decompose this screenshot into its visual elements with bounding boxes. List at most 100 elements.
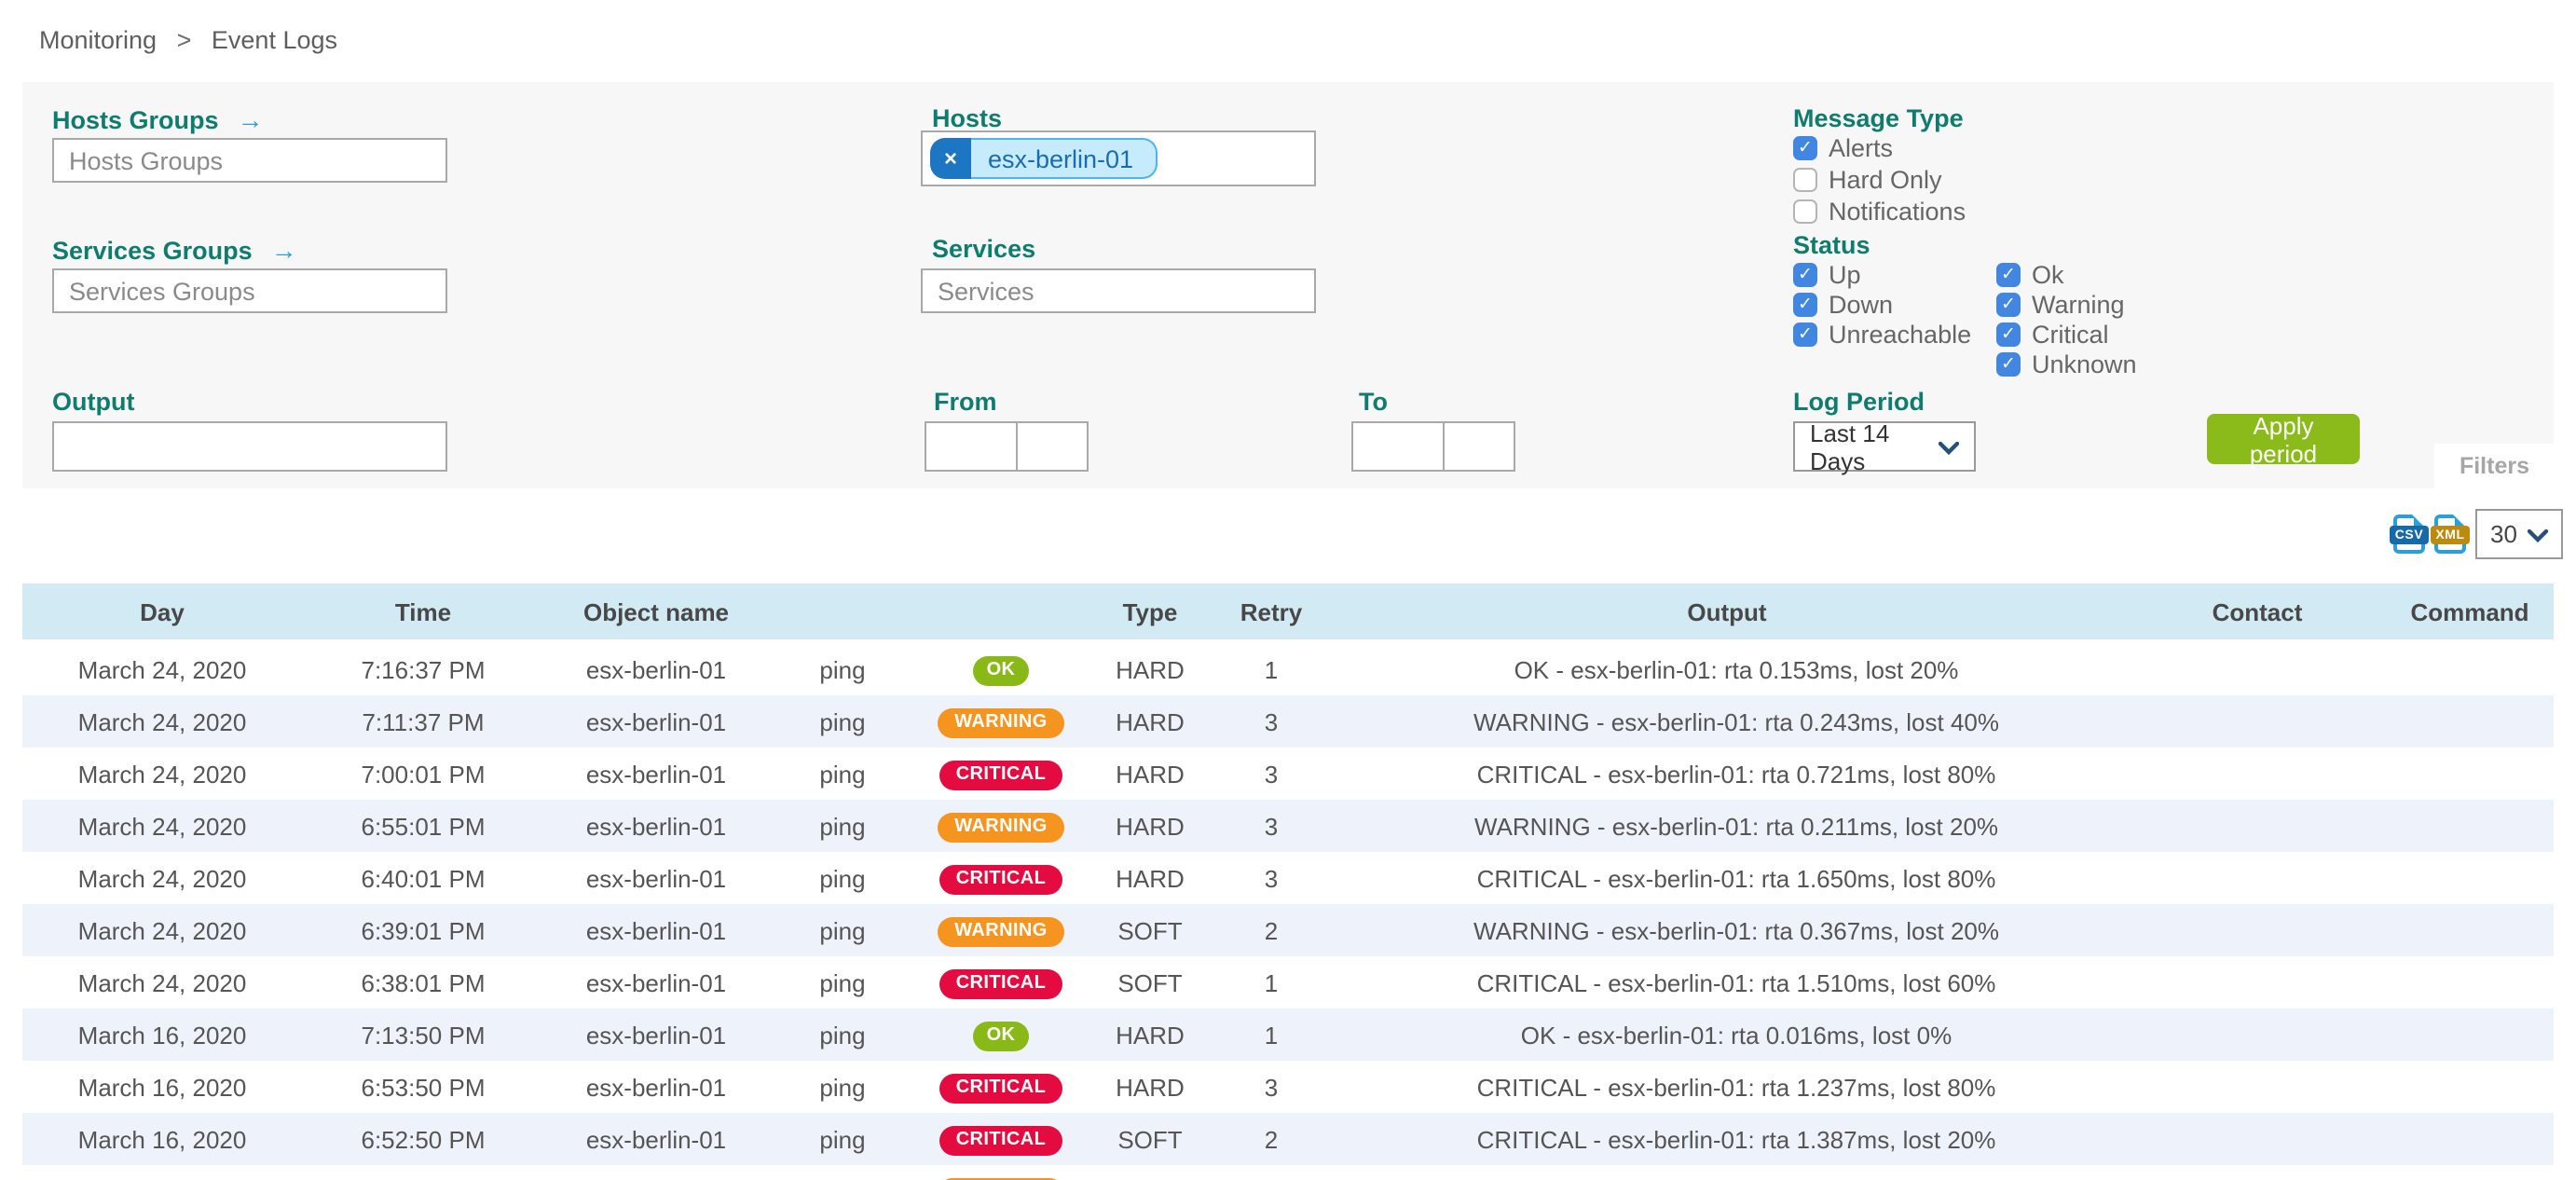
cell-status: CRITICAL [917, 956, 1085, 1008]
cell-type: HARD [1085, 641, 1215, 695]
checkbox-unknown[interactable]: Unknown [1996, 350, 2137, 378]
checkbox-icon[interactable] [1793, 263, 1817, 287]
event-log-table: Day Time Object name Type Retry Output C… [22, 583, 2554, 1180]
to-time-input[interactable] [1443, 421, 1515, 472]
apply-period-button[interactable]: Apply period [2207, 414, 2360, 464]
checkbox-icon[interactable] [1793, 136, 1817, 160]
from-time-input[interactable] [1016, 421, 1089, 472]
cell-command [2386, 695, 2554, 748]
checkbox-icon[interactable] [1996, 263, 2021, 287]
checkbox-critical[interactable]: Critical [1996, 321, 2109, 349]
cell-output: WARNING - esx-berlin-01: rta 0.367ms, lo… [1327, 904, 2129, 956]
cell-command [2386, 1008, 2554, 1061]
services-groups-input[interactable] [52, 268, 447, 313]
checkbox-icon[interactable] [1793, 168, 1817, 192]
message-type-label: Message Type [1793, 104, 1964, 132]
cell-retry: 3 [1215, 695, 1327, 748]
arrow-right-icon[interactable]: → [238, 104, 264, 134]
from-date-input[interactable] [925, 421, 1018, 472]
checkbox-icon[interactable] [1996, 293, 2021, 317]
arrow-right-icon[interactable]: → [271, 235, 297, 265]
cell-status: WARNING [917, 800, 1085, 852]
table-row: March 24, 2020 7:00:01 PM esx-berlin-01 … [22, 748, 2554, 800]
checkbox-icon[interactable] [1793, 293, 1817, 317]
xml-export-icon[interactable]: XML [2434, 515, 2466, 554]
cell-contact [2129, 800, 2386, 852]
checkbox-ok[interactable]: Ok [1996, 261, 2064, 289]
cell-retry: 3 [1215, 800, 1327, 852]
cell-retry: 1 [1215, 956, 1327, 1008]
cell-service: ping [768, 956, 917, 1008]
csv-export-icon[interactable]: CSV [2393, 515, 2425, 554]
cell-type: HARD [1085, 852, 1215, 904]
from-label: From [934, 388, 997, 416]
cell-retry: 3 [1215, 1061, 1327, 1113]
breadcrumb-event-logs[interactable]: Event Logs [212, 26, 337, 54]
page-size-value: 30 [2490, 520, 2517, 548]
cell-day: March 24, 2020 [22, 956, 302, 1008]
cell-object-name: esx-berlin-01 [544, 800, 768, 852]
services-input[interactable] [921, 268, 1316, 313]
checkbox-icon[interactable] [1793, 199, 1817, 224]
services-label: Services [932, 235, 1035, 263]
cell-object-name: esx-berlin-01 [544, 956, 768, 1008]
cell-retry: 3 [1215, 852, 1327, 904]
cell-status: OK [917, 1008, 1085, 1061]
checkbox-icon[interactable] [1996, 322, 2021, 347]
to-date-input[interactable] [1351, 421, 1445, 472]
status-badge: OK [974, 656, 1029, 686]
checkbox-hard-only[interactable]: Hard Only [1793, 166, 1942, 194]
filter-panel: Hosts Groups→ Hosts × esx-berlin-01 Mess… [22, 82, 2554, 488]
breadcrumb-monitoring[interactable]: Monitoring [39, 26, 157, 54]
cell-retry: 1 [1215, 1165, 1327, 1180]
checkbox-up[interactable]: Up [1793, 261, 1861, 289]
checkbox-unreachable[interactable]: Unreachable [1793, 321, 1971, 349]
cell-status: CRITICAL [917, 1113, 1085, 1165]
cell-output: CRITICAL - esx-berlin-01: rta 1.237ms, l… [1327, 1061, 2129, 1113]
output-input[interactable] [52, 421, 447, 472]
cell-status: CRITICAL [917, 852, 1085, 904]
cell-object-name: esx-berlin-01 [544, 748, 768, 800]
cell-day: March 24, 2020 [22, 904, 302, 956]
table-row: March 24, 2020 6:55:01 PM esx-berlin-01 … [22, 800, 2554, 852]
hosts-groups-input[interactable] [52, 138, 447, 183]
cell-command [2386, 1113, 2554, 1165]
checkbox-down[interactable]: Down [1793, 291, 1893, 319]
cell-object-name: esx-berlin-01 [544, 695, 768, 748]
to-label: To [1359, 388, 1388, 416]
cell-status: CRITICAL [917, 1061, 1085, 1113]
cell-time: 6:38:01 PM [302, 956, 544, 1008]
cell-type: SOFT [1085, 1165, 1215, 1180]
checkbox-warning[interactable]: Warning [1996, 291, 2125, 319]
header-contact: Contact [2129, 583, 2386, 641]
log-period-select[interactable]: Last 14 Days [1793, 421, 1976, 472]
hosts-label: Hosts [932, 104, 1002, 132]
cell-service: ping [768, 1061, 917, 1113]
cell-output: WARNING - esx-berlin-01: rta 0.211ms, lo… [1327, 800, 2129, 852]
cell-output: OK - esx-berlin-01: rta 0.153ms, lost 20… [1327, 641, 2129, 695]
checkbox-alerts[interactable]: Alerts [1793, 134, 1893, 162]
cell-command [2386, 1165, 2554, 1180]
checkbox-notifications[interactable]: Notifications [1793, 198, 1966, 226]
cell-day: March 16, 2020 [22, 1061, 302, 1113]
cell-service: ping [768, 1008, 917, 1061]
checkbox-icon[interactable] [1996, 352, 2021, 377]
hosts-input[interactable]: × esx-berlin-01 [921, 130, 1316, 186]
filters-tab[interactable]: Filters [2435, 444, 2554, 488]
cell-type: HARD [1085, 695, 1215, 748]
cell-service: ping [768, 800, 917, 852]
cell-day: March 16, 2020 [22, 1113, 302, 1165]
cell-time: 7:16:37 PM [302, 641, 544, 695]
host-chip: × esx-berlin-01 [930, 138, 1158, 179]
cell-type: HARD [1085, 1008, 1215, 1061]
cell-object-name: esx-berlin-01 [544, 1061, 768, 1113]
checkbox-icon[interactable] [1793, 322, 1817, 347]
cell-contact [2129, 1061, 2386, 1113]
cell-contact [2129, 1113, 2386, 1165]
cell-contact [2129, 695, 2386, 748]
remove-chip-icon[interactable]: × [930, 138, 971, 179]
page-size-select[interactable]: 30 [2475, 509, 2563, 559]
cell-object-name: esx-berlin-01 [544, 1008, 768, 1061]
cell-contact [2129, 748, 2386, 800]
cell-type: HARD [1085, 1061, 1215, 1113]
